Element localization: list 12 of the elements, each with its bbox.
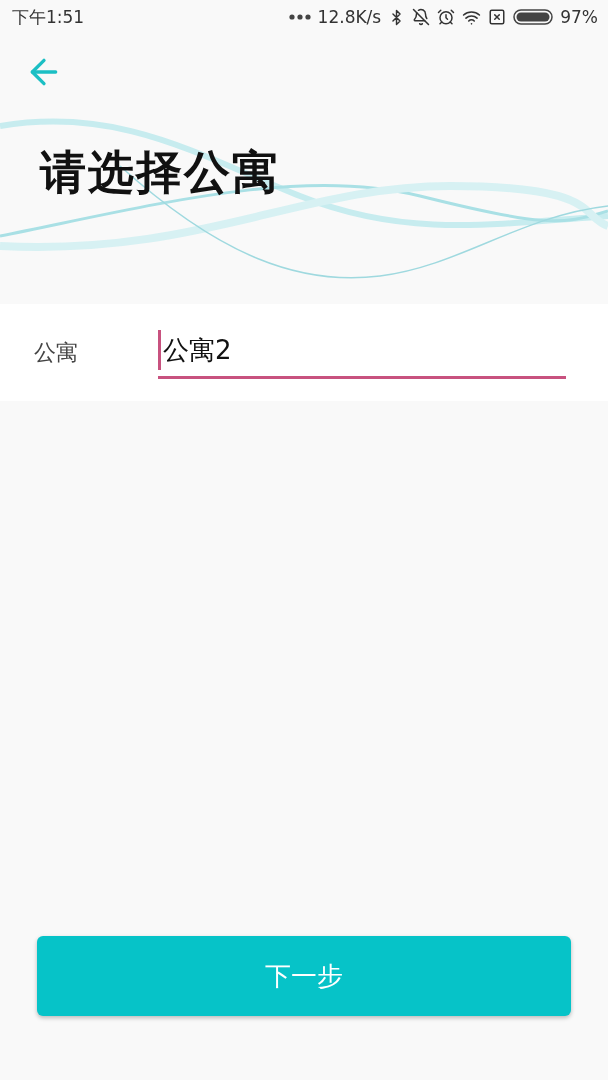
page-title: 请选择公寓: [40, 144, 280, 201]
sim-icon: [488, 8, 507, 26]
more-icon: [288, 14, 311, 20]
battery-icon: [513, 9, 554, 25]
battery-percent: 97%: [560, 7, 598, 27]
apartment-input[interactable]: 公寓2: [158, 330, 566, 370]
alarm-icon: [437, 8, 456, 26]
network-speed: 12.8K/s: [317, 7, 382, 27]
field-label: 公寓: [33, 338, 79, 367]
mute-icon: [412, 8, 431, 26]
apartment-field[interactable]: 公寓2: [158, 326, 566, 379]
status-time: 下午1:51: [12, 5, 85, 29]
